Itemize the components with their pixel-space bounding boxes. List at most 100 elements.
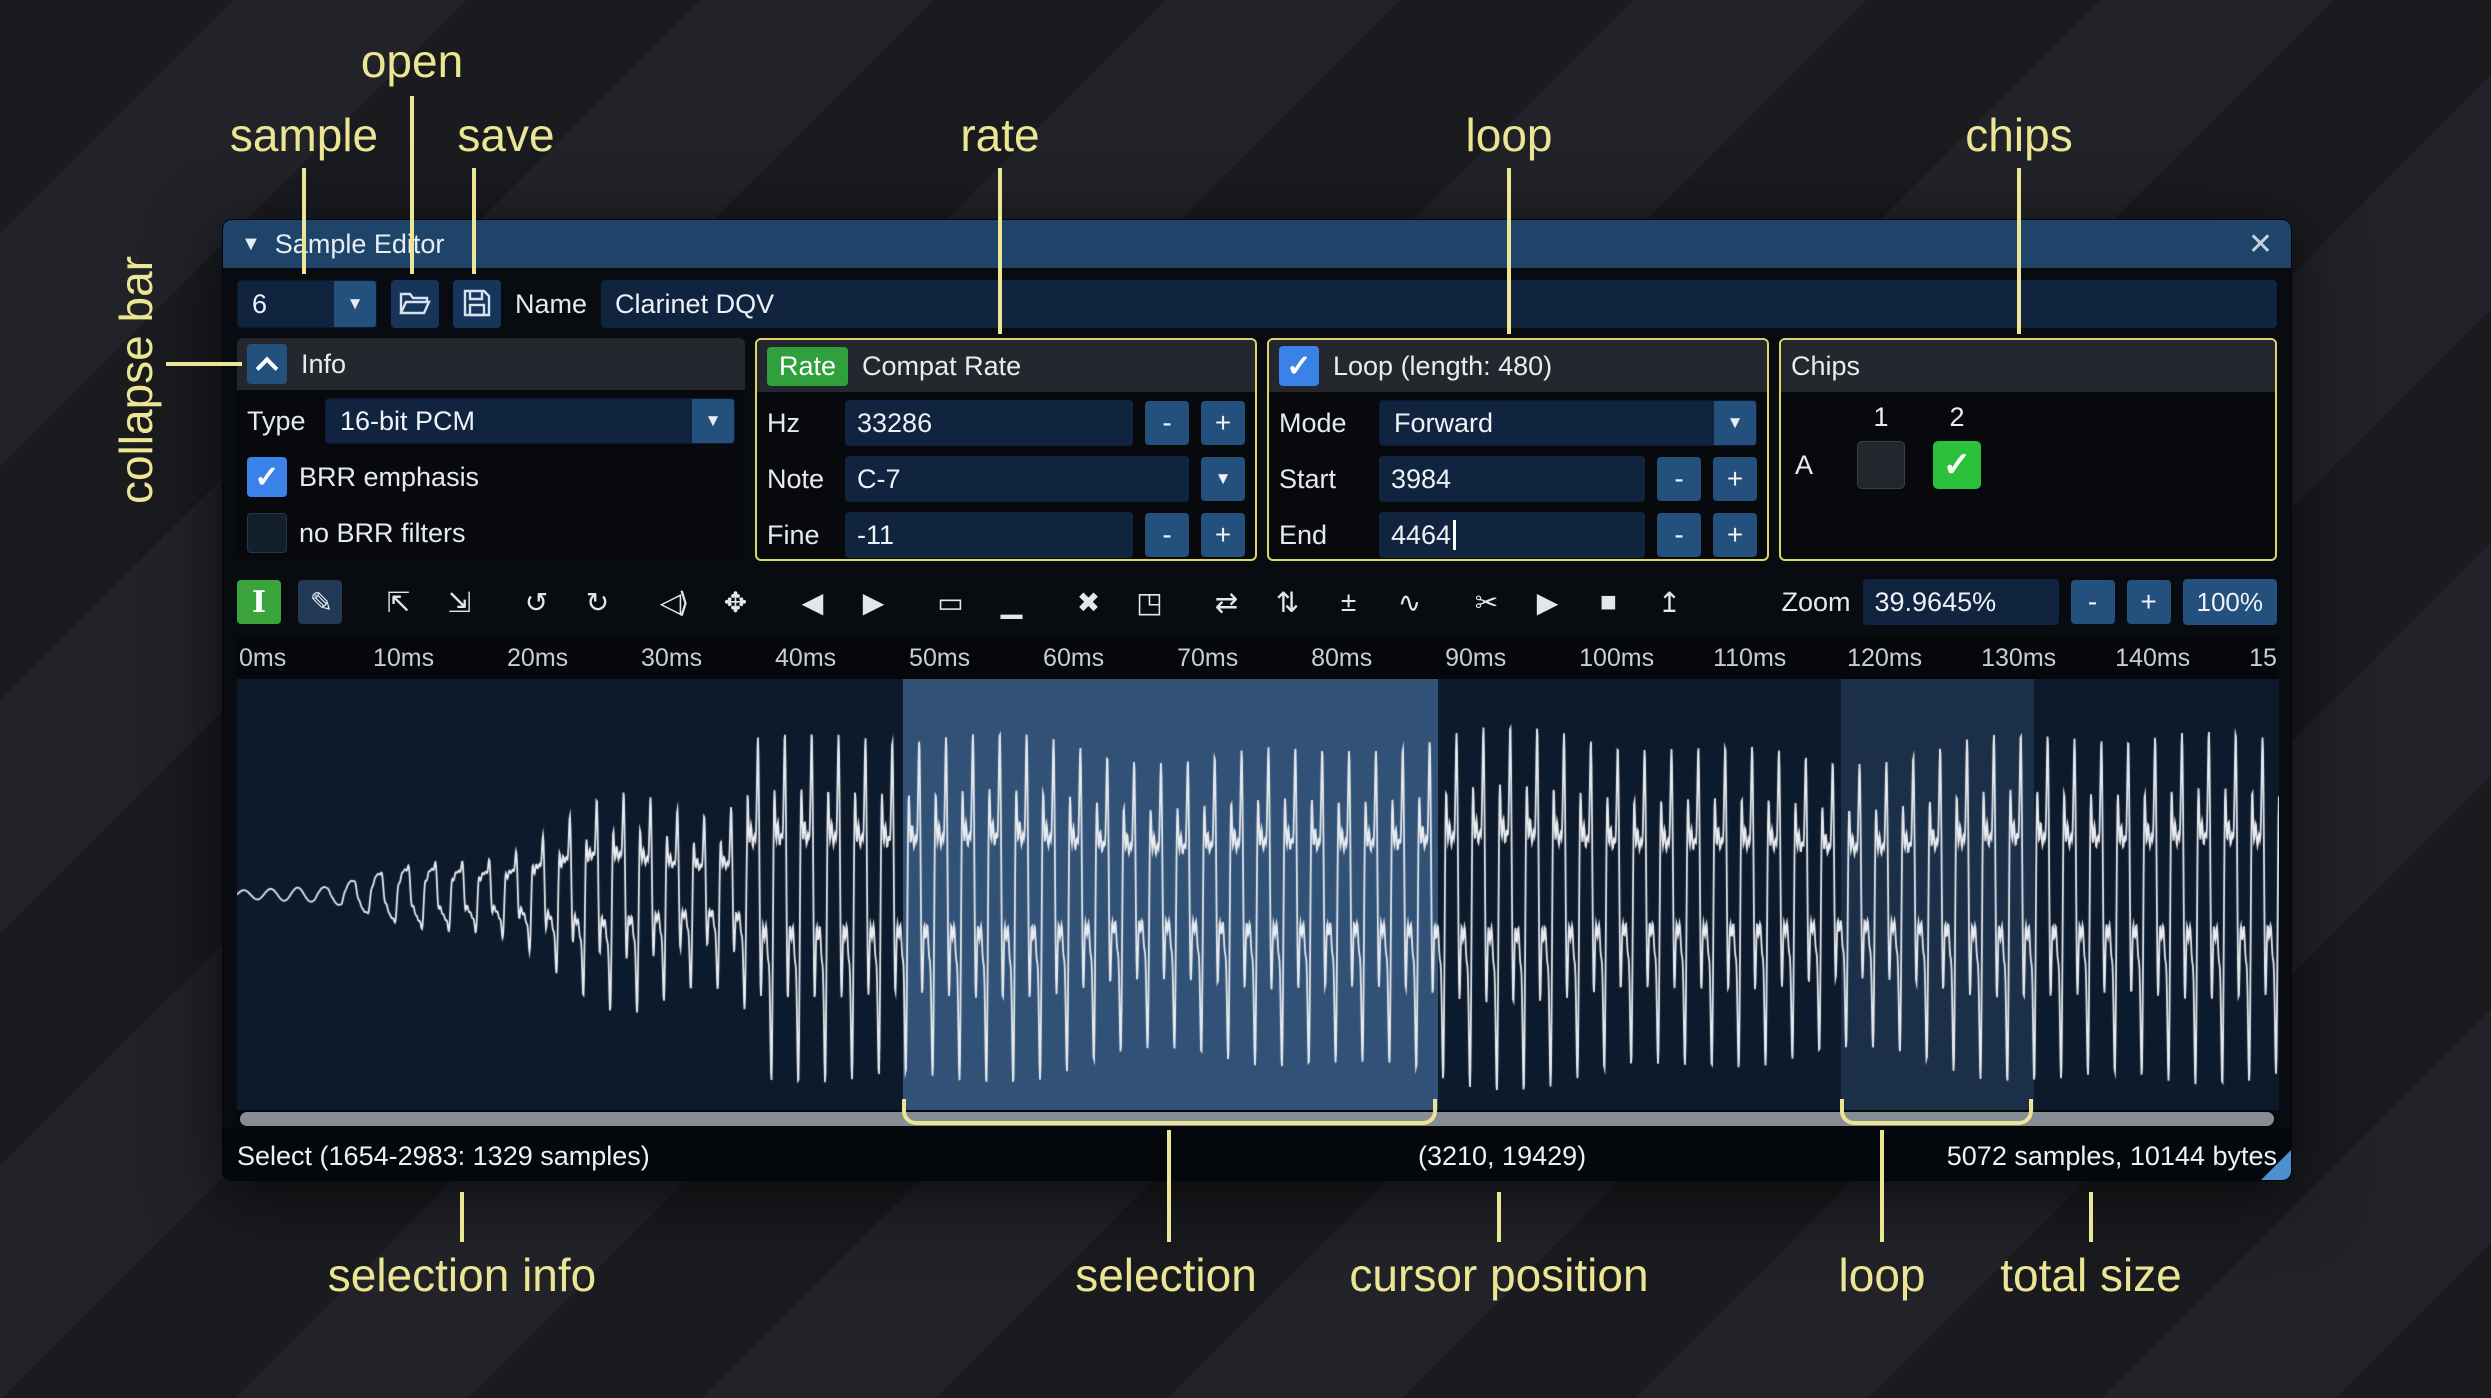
annotation-collapse-bar: collapse bar <box>110 255 162 505</box>
sample-editor-window: ▼ Sample Editor ✕ 6 ▼ Name Clarinet DQV <box>222 219 2292 1181</box>
zoom-input[interactable]: 39.9645% <box>1862 579 2059 625</box>
waveform-view[interactable] <box>237 679 2279 1110</box>
annotation-total-size: total size <box>2000 1249 2182 1301</box>
stop-button[interactable]: ■ <box>1585 580 1629 624</box>
delete-button[interactable]: ✖ <box>1065 580 1109 624</box>
reverse-button[interactable]: ⇄ <box>1203 580 1247 624</box>
sign-button[interactable]: ± <box>1325 580 1369 624</box>
timeline-tick: 50ms <box>909 644 971 672</box>
chevron-down-icon[interactable]: ▼ <box>692 399 734 443</box>
chevron-down-icon[interactable]: ▼ <box>1714 401 1756 445</box>
no-brr-filters-checkbox[interactable] <box>247 513 287 553</box>
timeline-tick: 70ms <box>1177 644 1239 672</box>
create-wavetable-button[interactable]: ↥ <box>1646 580 1690 624</box>
annotation-selection: selection <box>1075 1249 1257 1301</box>
preview-button[interactable]: ▶ <box>1524 580 1568 624</box>
fade-in-button-icon: ◀ <box>801 586 823 618</box>
resample-button[interactable]: ⇲ <box>436 580 480 624</box>
chips-column-2: 2 <box>1949 402 1965 432</box>
chips-panel-header: Chips <box>1781 340 2275 392</box>
no-brr-filters-row: no BRR filters <box>247 508 735 558</box>
normalize-button[interactable]: ✥ <box>712 580 756 624</box>
note-dropdown-button[interactable]: ▼ <box>1201 457 1245 501</box>
chip-a2-checkbox[interactable] <box>1933 441 1981 489</box>
fade-out-button[interactable]: ▶ <box>850 580 894 624</box>
sign-button-icon: ± <box>1340 586 1356 617</box>
annotation-line-loop-bottom <box>1880 1130 1884 1242</box>
fade-in-button[interactable]: ◀ <box>789 580 833 624</box>
annotation-line-open <box>410 96 414 274</box>
annotation-line-loop-top <box>1507 168 1511 334</box>
fine-plus-button[interactable]: + <box>1201 513 1245 557</box>
collapse-bar-button[interactable] <box>247 344 287 384</box>
waveform-canvas[interactable] <box>237 679 2279 1110</box>
hz-minus-button[interactable]: - <box>1145 401 1189 445</box>
status-selection-info: Select (1654-2983: 1329 samples) <box>237 1140 650 1171</box>
open-button[interactable] <box>391 280 439 328</box>
loop-start-input[interactable]: 3984 <box>1379 456 1645 502</box>
undo-button[interactable]: ↺ <box>513 580 557 624</box>
timeline-tick: 140ms <box>2115 644 2191 672</box>
redo-button[interactable]: ↻ <box>574 580 618 624</box>
loop-panel-header: Loop (length: 480) <box>1269 340 1767 392</box>
note-row: Note C-7 ▼ <box>767 454 1245 504</box>
chevron-down-icon[interactable]: ▼ <box>334 281 376 327</box>
loop-bracket <box>1839 1099 2034 1125</box>
filter-button-icon: ∿ <box>1397 586 1422 618</box>
name-input[interactable]: Clarinet DQV <box>601 280 2277 328</box>
draw-tool[interactable]: ✎ <box>298 580 342 624</box>
loop-end-plus-button[interactable]: + <box>1713 513 1757 557</box>
filter-button[interactable]: ∿ <box>1386 580 1430 624</box>
hz-input[interactable]: 33286 <box>845 400 1133 446</box>
loop-start-plus-button[interactable]: + <box>1713 457 1757 501</box>
chip-a1-checkbox[interactable] <box>1857 441 1905 489</box>
zoom-reset-button[interactable]: 100% <box>2182 579 2277 625</box>
hz-plus-button[interactable]: + <box>1201 401 1245 445</box>
zoom-in-button[interactable]: + <box>2126 580 2171 624</box>
sample-number-select[interactable]: 6 ▼ <box>237 280 377 328</box>
status-total-size: 5072 samples, 10144 bytes <box>1946 1140 2277 1171</box>
info-panel: Info Type 16-bit PCM ▼ BRR emphasis no B… <box>237 338 745 561</box>
fade-out-button-icon: ▶ <box>862 586 884 618</box>
reverse-button-icon: ⇄ <box>1214 586 1239 618</box>
apply-silence-button[interactable]: ▁ <box>988 580 1032 624</box>
name-label: Name <box>515 288 588 319</box>
trim-button[interactable]: ◳ <box>1126 580 1170 624</box>
loop-end-minus-button[interactable]: - <box>1657 513 1701 557</box>
close-icon[interactable]: ✕ <box>2248 227 2273 262</box>
zoom-out-button[interactable]: - <box>2070 580 2115 624</box>
loop-start-minus-button[interactable]: - <box>1657 457 1701 501</box>
annotation-cursor-position: cursor position <box>1349 1249 1649 1301</box>
fine-input[interactable]: -11 <box>845 512 1133 558</box>
window-resize-grip[interactable] <box>2261 1150 2291 1180</box>
loop-panel: Loop (length: 480) Mode Forward ▼ Start … <box>1267 338 1769 561</box>
save-button[interactable] <box>453 280 501 328</box>
rate-mode-button[interactable]: Rate <box>767 346 849 386</box>
apply-silence-button-icon: ▁ <box>1000 586 1022 618</box>
info-panel-title: Info <box>301 348 347 379</box>
loop-end-row: End 4464 - + <box>1279 510 1757 559</box>
amplify-button[interactable]: ◁⟩ <box>651 580 695 624</box>
type-label: Type <box>247 405 306 436</box>
loop-end-input[interactable]: 4464 <box>1379 512 1645 558</box>
annotation-sample: sample <box>229 109 379 161</box>
fine-minus-button[interactable]: - <box>1145 513 1189 557</box>
timeline-tick: 60ms <box>1043 644 1105 672</box>
collapse-window-icon[interactable]: ▼ <box>241 233 261 256</box>
insert-silence-button[interactable]: ▭ <box>927 580 971 624</box>
amplify-button-icon: ◁⟩ <box>659 586 690 618</box>
crossfade-button[interactable]: ✂ <box>1463 580 1507 624</box>
loop-enable-checkbox[interactable] <box>1279 346 1319 386</box>
brr-emphasis-checkbox[interactable] <box>247 457 287 497</box>
annotation-loop-top: loop <box>1465 109 1553 161</box>
status-cursor-position: (3210, 19429) <box>1418 1140 1587 1171</box>
select-tool[interactable]: I <box>237 580 281 624</box>
loop-mode-select[interactable]: Forward ▼ <box>1379 400 1757 446</box>
type-select[interactable]: 16-bit PCM ▼ <box>325 398 735 444</box>
rate-panel-title: Compat Rate <box>862 350 1022 381</box>
note-input[interactable]: C-7 <box>845 456 1189 502</box>
annotation-line-rate <box>998 168 1002 334</box>
resize-button[interactable]: ⇱ <box>375 580 419 624</box>
invert-button[interactable]: ⇅ <box>1264 580 1308 624</box>
resample-button-icon: ⇲ <box>447 586 472 618</box>
